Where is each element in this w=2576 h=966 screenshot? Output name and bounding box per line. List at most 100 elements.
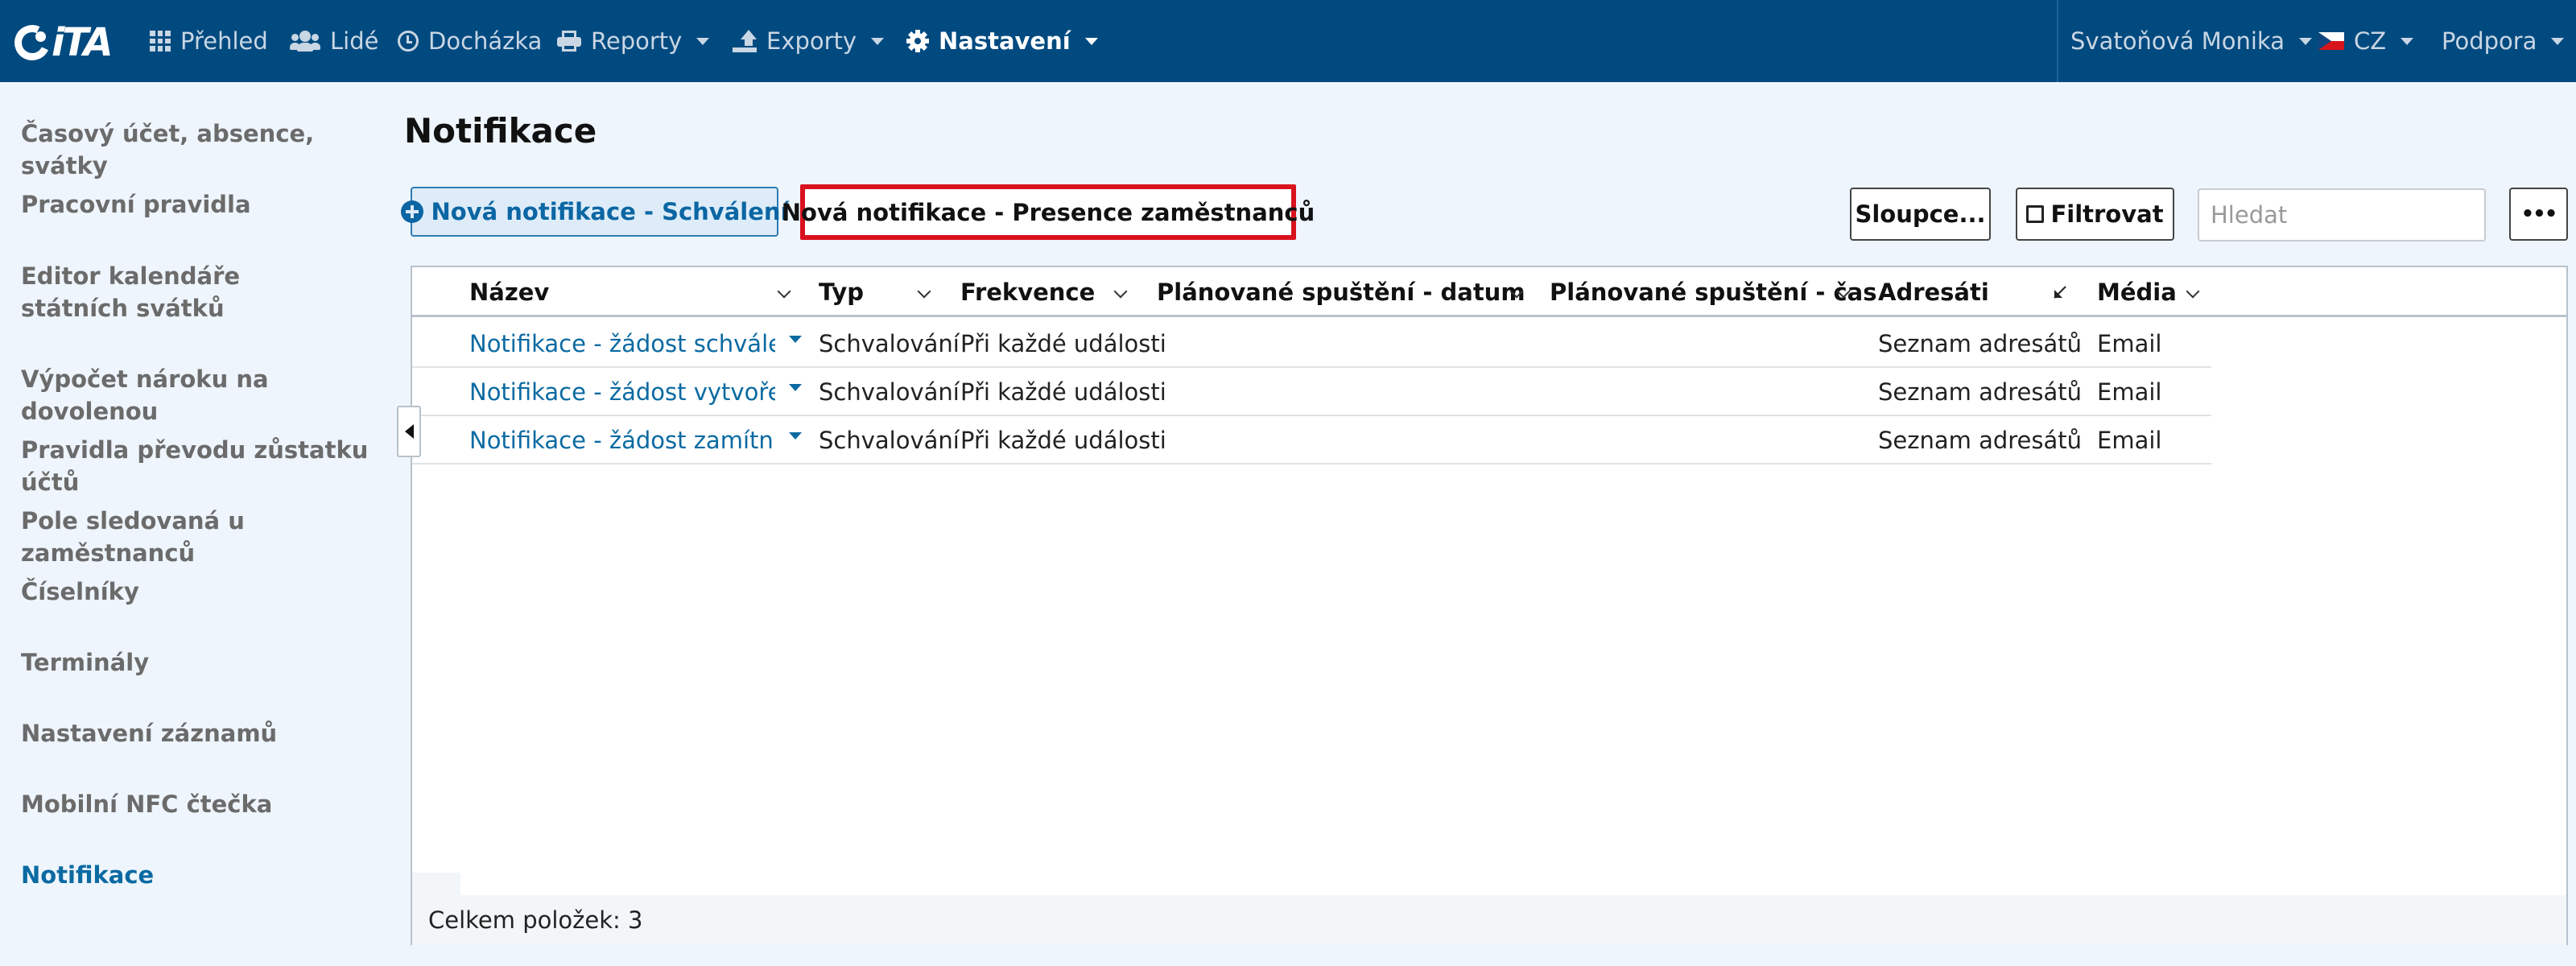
row-frequency: Při každé události — [960, 378, 1166, 406]
chevron-down-icon[interactable] — [917, 284, 931, 299]
nav-reporty[interactable]: Reporty — [557, 0, 710, 82]
language-menu[interactable]: CZ — [2318, 0, 2414, 82]
export-icon — [733, 30, 757, 52]
sidebar-item-nastaveni-zaznamu[interactable]: Nastavení záznamů — [21, 717, 383, 749]
sidebar-item-notifikace[interactable]: Notifikace — [21, 859, 383, 891]
row-name-link[interactable]: Notifikace - žádost schvále... — [469, 320, 775, 368]
nav-prehled[interactable]: Přehled — [150, 0, 268, 82]
chevron-down-icon[interactable] — [1113, 284, 1128, 299]
row-media: Email — [2097, 378, 2162, 406]
nav-reporty-label: Reporty — [591, 27, 683, 55]
support-label: Podpora — [2442, 27, 2537, 55]
column-header-nazev[interactable]: Název — [469, 267, 549, 317]
nav-dochazka-label: Docházka — [428, 27, 543, 55]
sidebar-item-editor-kalendare[interactable]: Editor kalendáře státních svátků — [21, 260, 343, 324]
row-frequency: Při každé události — [960, 330, 1166, 357]
logo-ring-icon — [9, 19, 56, 66]
people-icon — [290, 31, 320, 52]
sidebar-item-pracovni-pravidla[interactable]: Pracovní pravidla — [21, 188, 383, 221]
sidebar-item-pravidla-prevodu[interactable]: Pravidla převodu zůstatku účtů — [21, 434, 383, 498]
czech-flag-icon — [2318, 32, 2344, 50]
chevron-down-icon — [871, 37, 885, 45]
table-row[interactable]: Notifikace - žádost zamítnu... Schvalová… — [412, 416, 2211, 464]
row-name-link[interactable]: Notifikace - žádost zamítnu... — [469, 416, 775, 464]
chevron-down-icon — [2298, 37, 2312, 45]
row-type: Schvalování — [819, 378, 960, 406]
column-header-datum[interactable]: Plánované spuštění - datum — [1157, 267, 1525, 317]
sidebar-item-vypocet-naroku[interactable]: Výpočet nároku na dovolenou — [21, 363, 383, 427]
user-name: Svatoňová Monika — [2070, 27, 2285, 55]
column-header-typ[interactable]: Typ — [819, 267, 864, 317]
new-approval-label: Nová notifikace - Schválení — [431, 198, 789, 225]
columns-label: Sloupce... — [1855, 200, 1986, 228]
table-footer: Celkem položek: 3 — [412, 895, 2566, 945]
table-header: Název Typ Frekvence Plánované spuštění -… — [412, 267, 2566, 317]
cita-logo[interactable]: iTA — [9, 19, 121, 66]
page-title: Notifikace — [404, 111, 597, 151]
row-media: Email — [2097, 330, 2162, 357]
column-header-media[interactable]: Média — [2097, 267, 2177, 317]
columns-button[interactable]: Sloupce... — [1850, 188, 1991, 241]
row-media: Email — [2097, 427, 2162, 454]
row-frequency: Při každé události — [960, 427, 1166, 454]
user-menu[interactable]: Svatoňová Monika — [2070, 0, 2312, 82]
sidebar-item-ciselniky[interactable]: Číselníky — [21, 576, 383, 608]
more-options-button[interactable]: ••• — [2509, 188, 2568, 241]
caret-down-icon[interactable] — [789, 432, 802, 440]
chevron-down-icon[interactable] — [2186, 284, 2200, 299]
filter-button[interactable]: Filtrovat — [2016, 188, 2174, 241]
search-input[interactable] — [2198, 188, 2486, 242]
column-header-frekvence[interactable]: Frekvence — [960, 267, 1095, 317]
top-navigation-bar: iTA Přehled Lidé Docházka Reporty Export… — [0, 0, 2576, 82]
nav-exporty-label: Exporty — [766, 27, 857, 55]
nav-lide[interactable]: Lidé — [290, 0, 378, 82]
nav-divider — [2057, 0, 2058, 82]
sidebar-item-pole-sledovana[interactable]: Pole sledovaná u zaměstnanců — [21, 505, 383, 569]
language-label: CZ — [2354, 27, 2387, 55]
sidebar-item-terminaly[interactable]: Terminály — [21, 646, 383, 679]
row-recipients: Seznam adresátů — [1878, 427, 2083, 454]
row-type: Schvalování — [819, 330, 960, 357]
filter-label: Filtrovat — [2050, 200, 2164, 228]
caret-down-icon[interactable] — [789, 336, 802, 343]
grid-icon — [150, 31, 171, 52]
table-row[interactable]: Notifikace - žádost schvále... Schvalová… — [412, 320, 2211, 368]
table-row[interactable]: Notifikace - žádost vytvořena Schvalován… — [412, 368, 2211, 416]
total-items-count: Celkem položek: 3 — [428, 906, 643, 934]
row-type: Schvalování — [819, 427, 960, 454]
new-approval-notification-button[interactable]: Nová notifikace - Schválení — [400, 187, 788, 237]
chevron-down-icon[interactable] — [777, 284, 791, 299]
new-presence-label: Nová notifikace - Presence zaměstnanců — [781, 198, 1315, 226]
nav-lide-label: Lidé — [330, 27, 379, 55]
more-icon: ••• — [2520, 202, 2558, 226]
sort-icon[interactable] — [2051, 283, 2069, 301]
nav-dochazka[interactable]: Docházka — [398, 0, 542, 82]
nav-nastaveni-label: Nastavení — [939, 27, 1071, 55]
clock-icon — [398, 31, 419, 52]
plus-circle-icon — [400, 200, 423, 223]
row-recipients: Seznam adresátů — [1878, 378, 2083, 406]
notifications-table: Název Typ Frekvence Plánované spuštění -… — [411, 266, 2568, 945]
chevron-down-icon — [2401, 37, 2414, 45]
sidebar-item-casovy-ucet[interactable]: Časový účet, absence, svátky — [21, 118, 383, 182]
nav-prehled-label: Přehled — [180, 27, 268, 55]
nav-nastaveni[interactable]: Nastavení — [906, 0, 1098, 82]
collapse-sidebar-button[interactable] — [397, 406, 421, 457]
column-header-adresati[interactable]: Adresáti — [1878, 267, 1989, 317]
caret-down-icon[interactable] — [789, 384, 802, 391]
checkbox-icon — [2026, 205, 2045, 223]
chevron-down-icon — [696, 37, 710, 45]
nav-exporty[interactable]: Exporty — [733, 0, 885, 82]
row-recipients: Seznam adresátů — [1878, 330, 2083, 357]
chevron-down-icon — [2551, 37, 2565, 45]
logo-text: iTA — [52, 20, 114, 65]
chevron-left-icon — [404, 424, 414, 439]
column-header-cas[interactable]: Plánované spuštění - čas — [1550, 267, 1877, 317]
chevron-down-icon — [1084, 37, 1098, 45]
print-icon — [557, 31, 581, 52]
support-menu[interactable]: Podpora — [2442, 0, 2565, 82]
row-name-link[interactable]: Notifikace - žádost vytvořena — [469, 368, 775, 416]
sidebar-item-mobilni-nfc[interactable]: Mobilní NFC čtečka — [21, 788, 383, 820]
new-presence-notification-button[interactable]: Nová notifikace - Presence zaměstnanců — [782, 184, 1315, 240]
gear-icon — [906, 30, 929, 52]
